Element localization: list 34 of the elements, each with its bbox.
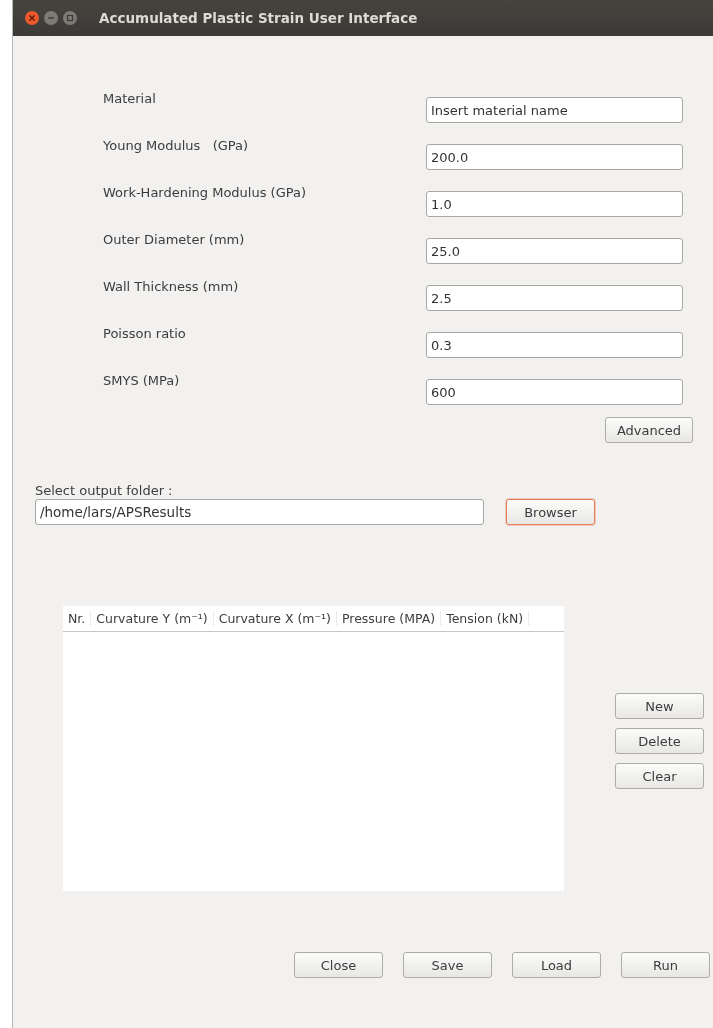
- action-button[interactable]: Clear: [615, 763, 704, 789]
- column-header[interactable]: Nr.: [63, 611, 92, 626]
- field-label: Poisson ratio: [103, 326, 186, 341]
- field-label: Outer Diameter (mm): [103, 232, 245, 247]
- field-label: Material: [103, 91, 156, 106]
- column-header[interactable]: Pressure (MPA): [336, 611, 442, 626]
- minimize-icon[interactable]: [44, 11, 58, 25]
- input-field[interactable]: 0.3: [426, 332, 683, 358]
- input-field[interactable]: Insert material name: [426, 97, 683, 123]
- input-field[interactable]: 200.0: [426, 144, 683, 170]
- dialog-button[interactable]: Save: [403, 952, 492, 978]
- dialog-button[interactable]: Close: [294, 952, 383, 978]
- window-title: Accumulated Plastic Strain User Interface: [99, 10, 418, 26]
- input-field[interactable]: 600: [426, 379, 683, 405]
- column-header[interactable]: Curvature Y (m⁻¹): [91, 611, 214, 626]
- column-header[interactable]: Curvature X (m⁻¹): [213, 611, 337, 626]
- output-label: Select output folder :: [35, 483, 174, 498]
- dialog-button[interactable]: Run: [621, 952, 710, 978]
- action-button[interactable]: Delete: [615, 728, 704, 754]
- field-label: Wall Thickness (mm): [103, 279, 239, 294]
- field-label: Young Modulus (GPa): [103, 138, 249, 153]
- folder-field[interactable]: /home/lars/APSResults: [35, 499, 484, 525]
- advanced-button[interactable]: Advanced: [605, 417, 693, 443]
- close-icon[interactable]: [25, 11, 39, 25]
- browse-button[interactable]: Browser: [506, 499, 595, 525]
- input-field[interactable]: 25.0: [426, 238, 683, 264]
- action-button[interactable]: New: [615, 693, 704, 719]
- column-header[interactable]: Tension (kN): [441, 611, 530, 626]
- field-label: SMYS (MPa): [103, 373, 180, 388]
- input-field[interactable]: 2.5: [426, 285, 683, 311]
- field-label: Work-Hardening Modulus (GPa): [103, 185, 307, 200]
- input-field[interactable]: 1.0: [426, 191, 683, 217]
- maximize-icon[interactable]: [63, 11, 77, 25]
- dialog-button[interactable]: Load: [512, 952, 601, 978]
